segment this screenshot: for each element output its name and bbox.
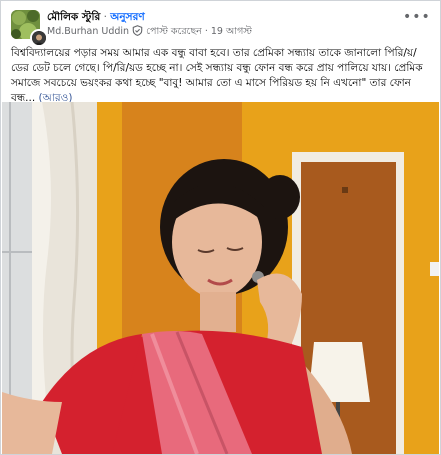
user-avatar[interactable]: [30, 29, 48, 47]
post-meta-line-2: Md.Burhan Uddin পোস্ট করেছেন · 19 আগস্ট: [47, 25, 252, 39]
post-body: বিশ্ববিদ্যালয়ের পড়ার সময় আমার এক বন্ধ…: [11, 47, 423, 104]
more-options-button[interactable]: •••: [403, 10, 430, 28]
post-photo[interactable]: [2, 102, 439, 454]
post-text: বিশ্ববিদ্যালয়ের পড়ার সময় আমার এক বন্ধ…: [11, 46, 433, 106]
post-header: মৌলিক স্টুরি · অনুসরণ Md.Burhan Uddin পো…: [11, 10, 431, 47]
user-avatar-image: [32, 32, 46, 45]
follow-button[interactable]: অনুসরণ: [110, 11, 144, 23]
post-action-text: পোস্ট করেছেন: [146, 26, 202, 37]
post-card: মৌলিক স্টুরি · অনুসরণ Md.Burhan Uddin পো…: [0, 0, 441, 455]
wall-switch: [430, 262, 439, 276]
post-date-link[interactable]: 19 আগস্ট: [211, 26, 252, 37]
shield-icon: [132, 25, 143, 36]
post-meta: মৌলিক স্টুরি · অনুসরণ Md.Burhan Uddin পো…: [47, 10, 252, 39]
separator-dot-2: ·: [204, 26, 208, 37]
group-name-link[interactable]: মৌলিক স্টুরি: [47, 11, 100, 23]
neck: [200, 292, 236, 332]
author-name-link[interactable]: Md.Burhan Uddin: [47, 26, 129, 37]
door-lock: [342, 187, 348, 193]
separator-dot: ·: [103, 11, 107, 23]
hair-bun: [260, 175, 300, 219]
post-meta-line-1: মৌলিক স্টুরি · অনুসরণ: [47, 10, 252, 24]
photo-image: [2, 102, 439, 454]
